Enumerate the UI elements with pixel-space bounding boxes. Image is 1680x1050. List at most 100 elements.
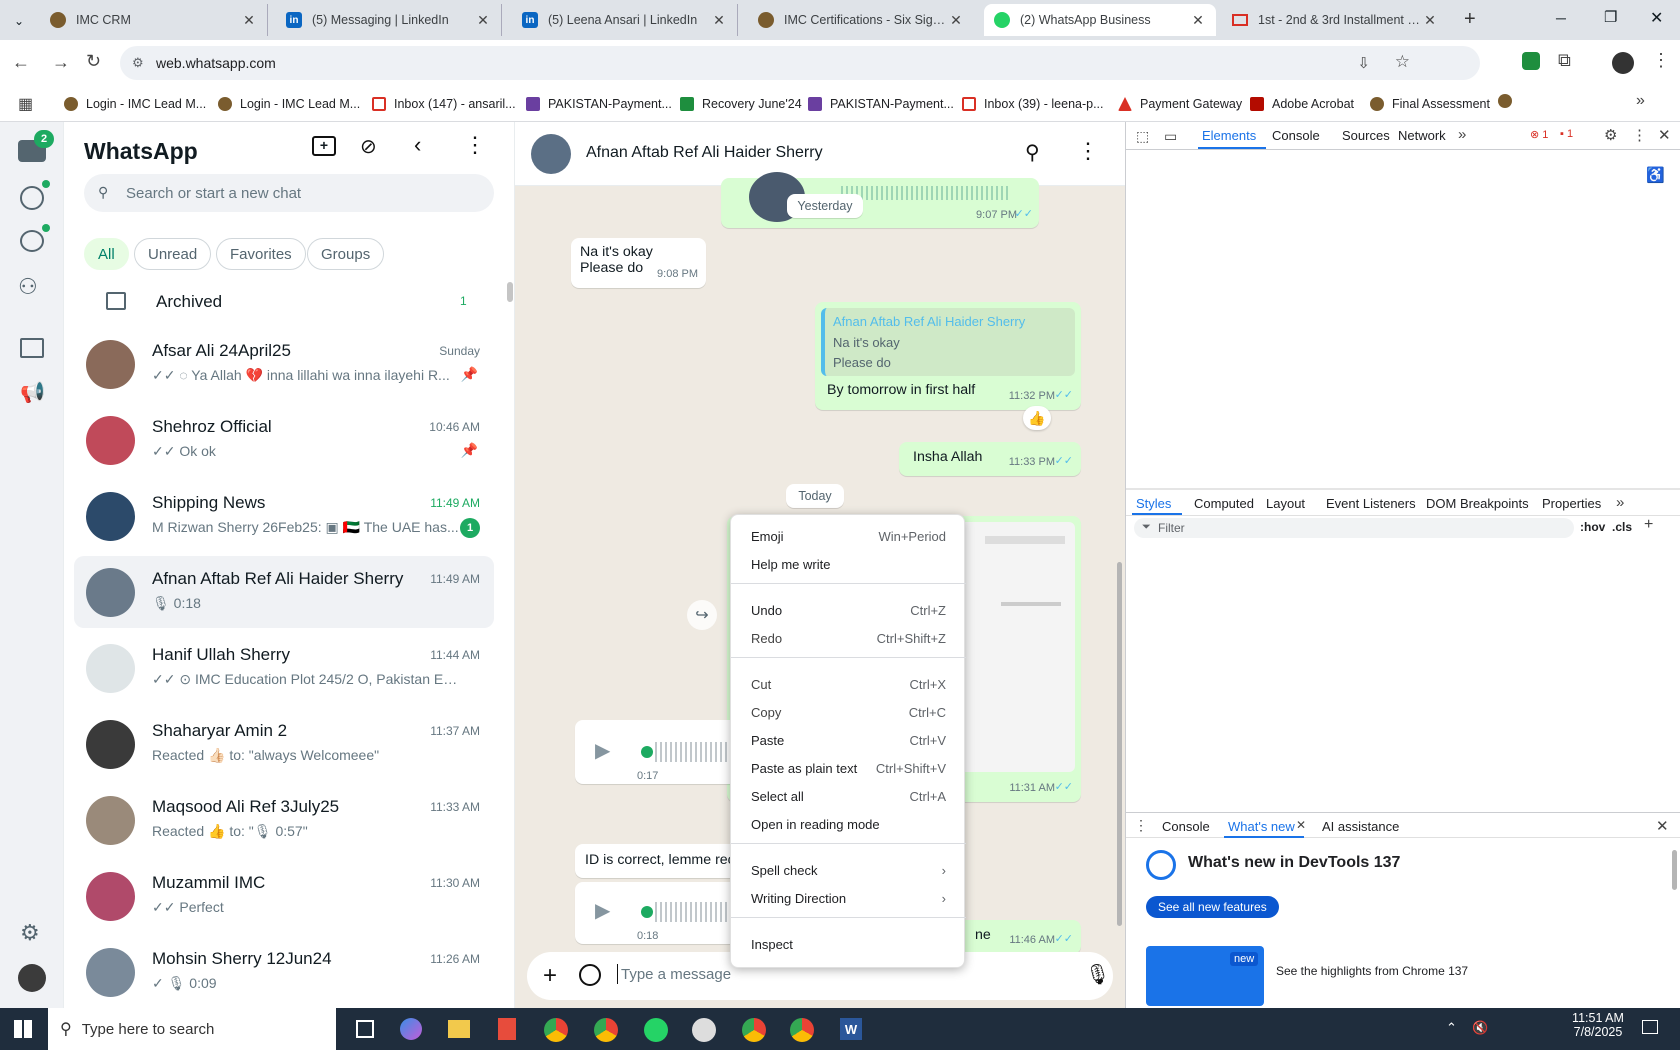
- microphone-icon[interactable]: 🎙: [1085, 962, 1110, 987]
- context-menu-item-paste-as-plain-text[interactable]: Paste as plain text Ctrl+Shift+V: [731, 755, 966, 781]
- close-tab-icon[interactable]: ✕: [1296, 818, 1306, 832]
- bookmark-item[interactable]: Adobe Acrobat: [1250, 94, 1354, 114]
- chevron-left-icon[interactable]: ‹: [414, 132, 421, 158]
- bookmark-item[interactable]: Inbox (39) - leena-p...: [962, 94, 1104, 114]
- browser-tab-whatsapp[interactable]: (2) WhatsApp Business ✕: [984, 4, 1216, 36]
- search-input[interactable]: ⚲ Search or start a new chat: [84, 174, 494, 212]
- bookmark-item[interactable]: Inbox (147) - ansaril...: [372, 94, 516, 114]
- close-icon[interactable]: ✕: [241, 12, 257, 29]
- chat-row[interactable]: Muzammil IMC 11:30 AM ✓✓ Perfect: [74, 860, 494, 932]
- settings-gear-icon[interactable]: ⚙: [20, 920, 40, 946]
- browser-tab-imc-crm[interactable]: IMC CRM ✕: [40, 4, 268, 36]
- context-menu-item-help-me-write[interactable]: Help me write: [731, 551, 966, 577]
- context-menu-item-open-in-reading-mode[interactable]: Open in reading mode: [731, 811, 966, 837]
- devtools-settings-icon[interactable]: ⚙: [1604, 126, 1617, 144]
- restore-icon[interactable]: ❐: [1604, 8, 1617, 26]
- chrome-icon[interactable]: [544, 1018, 568, 1042]
- warning-count[interactable]: ▪ 1: [1560, 128, 1573, 140]
- notifications-icon[interactable]: [1642, 1020, 1658, 1034]
- close-icon[interactable]: ✕: [711, 12, 727, 29]
- hide-eye-icon[interactable]: ⊘: [360, 134, 377, 159]
- close-icon[interactable]: ✕: [1190, 12, 1206, 29]
- forward-icon[interactable]: ↪: [687, 600, 717, 630]
- scrollbar-thumb[interactable]: [507, 282, 513, 302]
- file-explorer-icon[interactable]: [448, 1020, 470, 1038]
- emoji-icon[interactable]: [579, 964, 601, 986]
- reload-icon[interactable]: ↻: [86, 51, 101, 72]
- channels-icon[interactable]: [20, 230, 44, 252]
- styles-filter-input[interactable]: ⏷ Filter: [1134, 518, 1574, 538]
- context-menu-item-copy[interactable]: Copy Ctrl+C: [731, 699, 966, 725]
- context-menu-item-writing-direction[interactable]: Writing Direction ›: [731, 885, 966, 911]
- bookmark-item[interactable]: PAKISTAN-Payment...: [808, 94, 954, 114]
- window-close-icon[interactable]: ✕: [1650, 8, 1663, 28]
- devtools-tab-console[interactable]: Console: [1272, 128, 1320, 143]
- chat-row[interactable]: Shipping News 11:49 AM M Rizwan Sherry 26F…: [74, 480, 494, 552]
- browser-menu-icon[interactable]: ⋮: [1652, 50, 1670, 71]
- bookmark-item[interactable]: Login - IMC Lead M...: [218, 94, 360, 114]
- drawer-tab-ai-assistance[interactable]: AI assistance: [1322, 819, 1399, 834]
- site-info-icon[interactable]: ⚙: [132, 55, 144, 71]
- taskbar-search-box[interactable]: ⚲ Type here to search: [48, 1008, 336, 1050]
- more-tabs-icon[interactable]: »: [1616, 494, 1624, 511]
- bookmark-item[interactable]: PAKISTAN-Payment...: [526, 94, 672, 114]
- catalog-store-icon[interactable]: [20, 338, 44, 358]
- event-listeners-tab[interactable]: Event Listeners: [1326, 496, 1416, 511]
- layout-tab[interactable]: Layout: [1266, 496, 1305, 511]
- scrollbar-thumb[interactable]: [1672, 850, 1677, 890]
- inspect-element-icon[interactable]: ⬚: [1136, 128, 1149, 145]
- browser-tab-linkedin-messaging[interactable]: in (5) Messaging | LinkedIn ✕: [276, 4, 502, 36]
- devtools-tab-network[interactable]: Network: [1398, 128, 1446, 143]
- play-icon[interactable]: ▶: [595, 898, 610, 923]
- context-menu-item-inspect[interactable]: Inspect: [731, 931, 966, 957]
- app-icon[interactable]: [692, 1018, 716, 1042]
- quoted-message[interactable]: Afnan Aftab Ref Ali Haider Sherry Na it'…: [821, 308, 1075, 376]
- context-menu-item-cut[interactable]: Cut Ctrl+X: [731, 671, 966, 697]
- new-chat-icon[interactable]: +: [312, 136, 336, 156]
- error-count[interactable]: ⊗ 1: [1530, 128, 1548, 141]
- drawer-close-icon[interactable]: ✕: [1656, 817, 1669, 835]
- context-menu-item-redo[interactable]: Redo Ctrl+Shift+Z: [731, 625, 966, 651]
- bookmark-item[interactable]: Payment Gateway: [1118, 94, 1242, 114]
- filter-all[interactable]: All: [84, 238, 129, 270]
- close-icon[interactable]: ✕: [1422, 12, 1438, 29]
- install-app-icon[interactable]: ⇩: [1357, 54, 1370, 72]
- volume-muted-icon[interactable]: 🔇: [1472, 1020, 1488, 1036]
- chrome-icon[interactable]: [594, 1018, 618, 1042]
- device-toggle-icon[interactable]: ▭: [1164, 128, 1177, 145]
- chat-row[interactable]: Hanif Ullah Sherry 11:44 AM ✓✓ ⊙ IMC Educa…: [74, 632, 494, 704]
- message-incoming[interactable]: Na it's okay Please do 9:08 PM: [571, 238, 706, 288]
- word-icon[interactable]: W: [840, 1018, 862, 1040]
- devtools-menu-icon[interactable]: ⋮: [1632, 126, 1647, 144]
- chrome-icon[interactable]: [790, 1018, 814, 1042]
- chat-row[interactable]: Shehroz Official 10:46 AM ✓✓ Ok ok 📌: [74, 404, 494, 476]
- see-all-features-button[interactable]: See all new features: [1146, 896, 1279, 918]
- bookmarks-overflow-icon[interactable]: »: [1636, 92, 1645, 110]
- close-icon[interactable]: ✕: [948, 12, 964, 29]
- bookmark-star-icon[interactable]: ☆: [1395, 52, 1410, 72]
- new-style-rule-icon[interactable]: +: [1644, 516, 1653, 534]
- profile-avatar[interactable]: [18, 964, 46, 992]
- communities-icon[interactable]: ⚇: [18, 274, 38, 300]
- copilot-icon[interactable]: [400, 1018, 422, 1040]
- app-icon[interactable]: [498, 1018, 516, 1040]
- play-icon[interactable]: ▶: [595, 738, 610, 763]
- devtools-tab-elements[interactable]: Elements: [1202, 128, 1256, 143]
- browser-tab-gmail[interactable]: 1st - 2nd & 3rd Installment Co ✕: [1222, 4, 1448, 36]
- chat-row[interactable]: Mohsin Sherry 12Jun24 11:26 AM ✓ 🎙 0:09: [74, 936, 494, 1008]
- bookmark-item[interactable]: Final Assessment: [1370, 94, 1490, 114]
- hover-state-toggle[interactable]: :hov: [1580, 520, 1605, 534]
- forward-icon[interactable]: →: [52, 52, 70, 73]
- reaction-badge[interactable]: 👍: [1023, 406, 1051, 430]
- context-menu-item-spell-check[interactable]: Spell check ›: [731, 857, 966, 883]
- tray-chevron-icon[interactable]: ⌃: [1446, 1020, 1457, 1036]
- drawer-tab-whats-new[interactable]: What's new: [1228, 819, 1295, 834]
- class-toggle[interactable]: .cls: [1612, 520, 1632, 534]
- more-tabs-icon[interactable]: »: [1458, 126, 1466, 143]
- new-tab-icon[interactable]: +: [1464, 8, 1476, 31]
- chrome-icon[interactable]: [742, 1018, 766, 1042]
- extension-icon[interactable]: [1522, 52, 1540, 70]
- playback-dot[interactable]: [641, 746, 653, 758]
- message-outgoing-reply[interactable]: Afnan Aftab Ref Ali Haider Sherry Na it'…: [815, 302, 1081, 410]
- tab-search-icon[interactable]: ⌄: [8, 10, 30, 32]
